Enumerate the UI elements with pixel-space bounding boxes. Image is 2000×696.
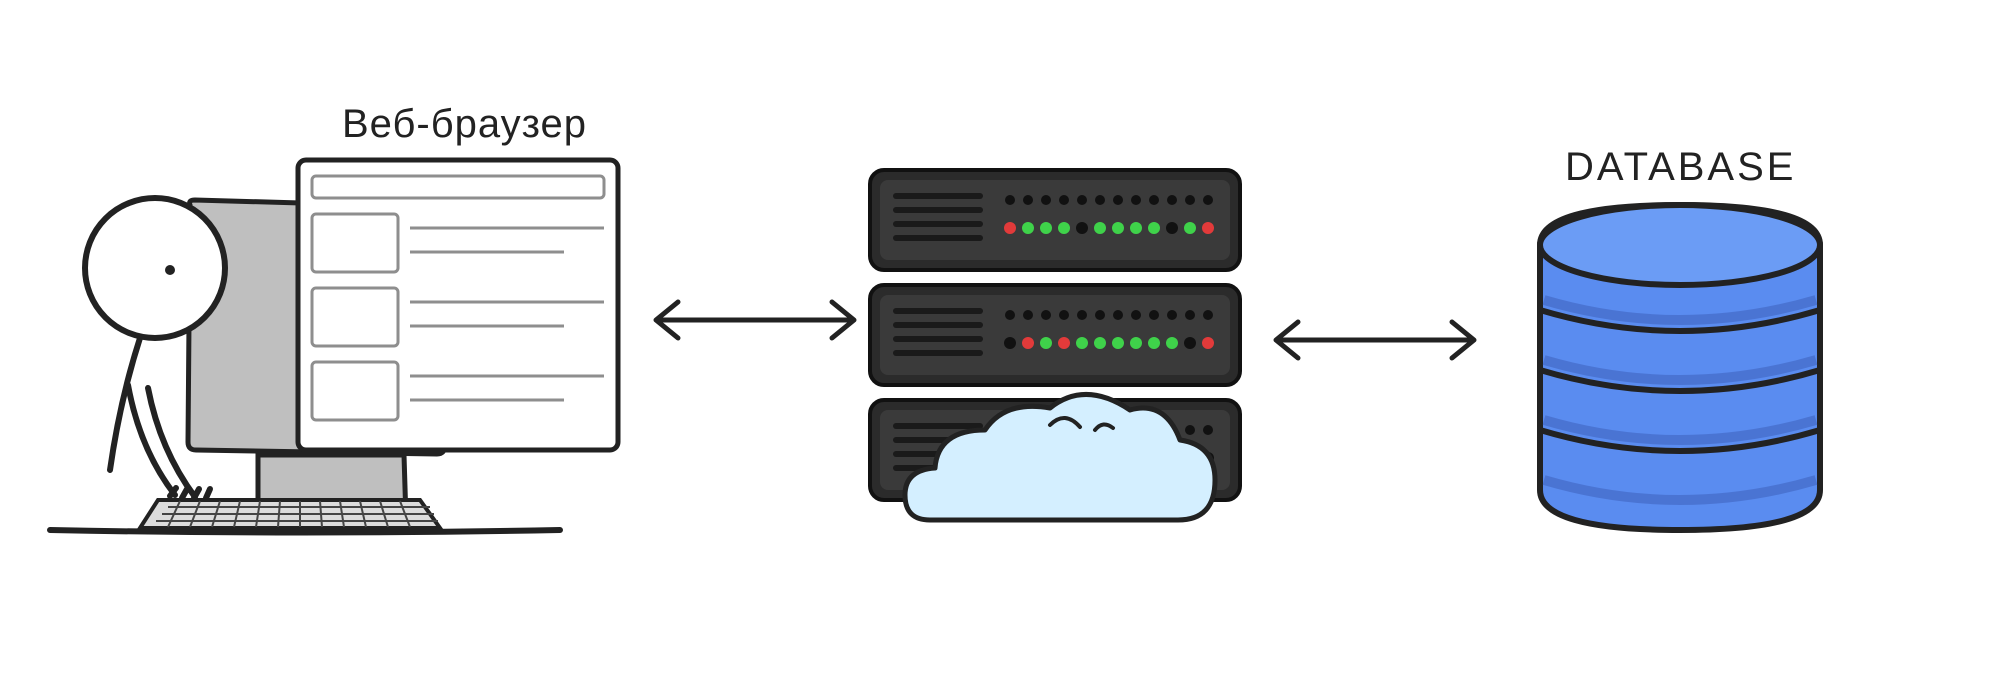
architecture-diagram (0, 0, 2000, 696)
keyboard-icon (140, 500, 440, 528)
database-cylinder-icon (1540, 205, 1820, 530)
double-arrow-left-icon (656, 302, 854, 338)
double-arrow-right-icon (1276, 322, 1474, 358)
browser-label: Веб-браузер (342, 102, 587, 147)
browser-window-icon (298, 160, 618, 450)
database-label: DATABASE (1565, 145, 1796, 190)
